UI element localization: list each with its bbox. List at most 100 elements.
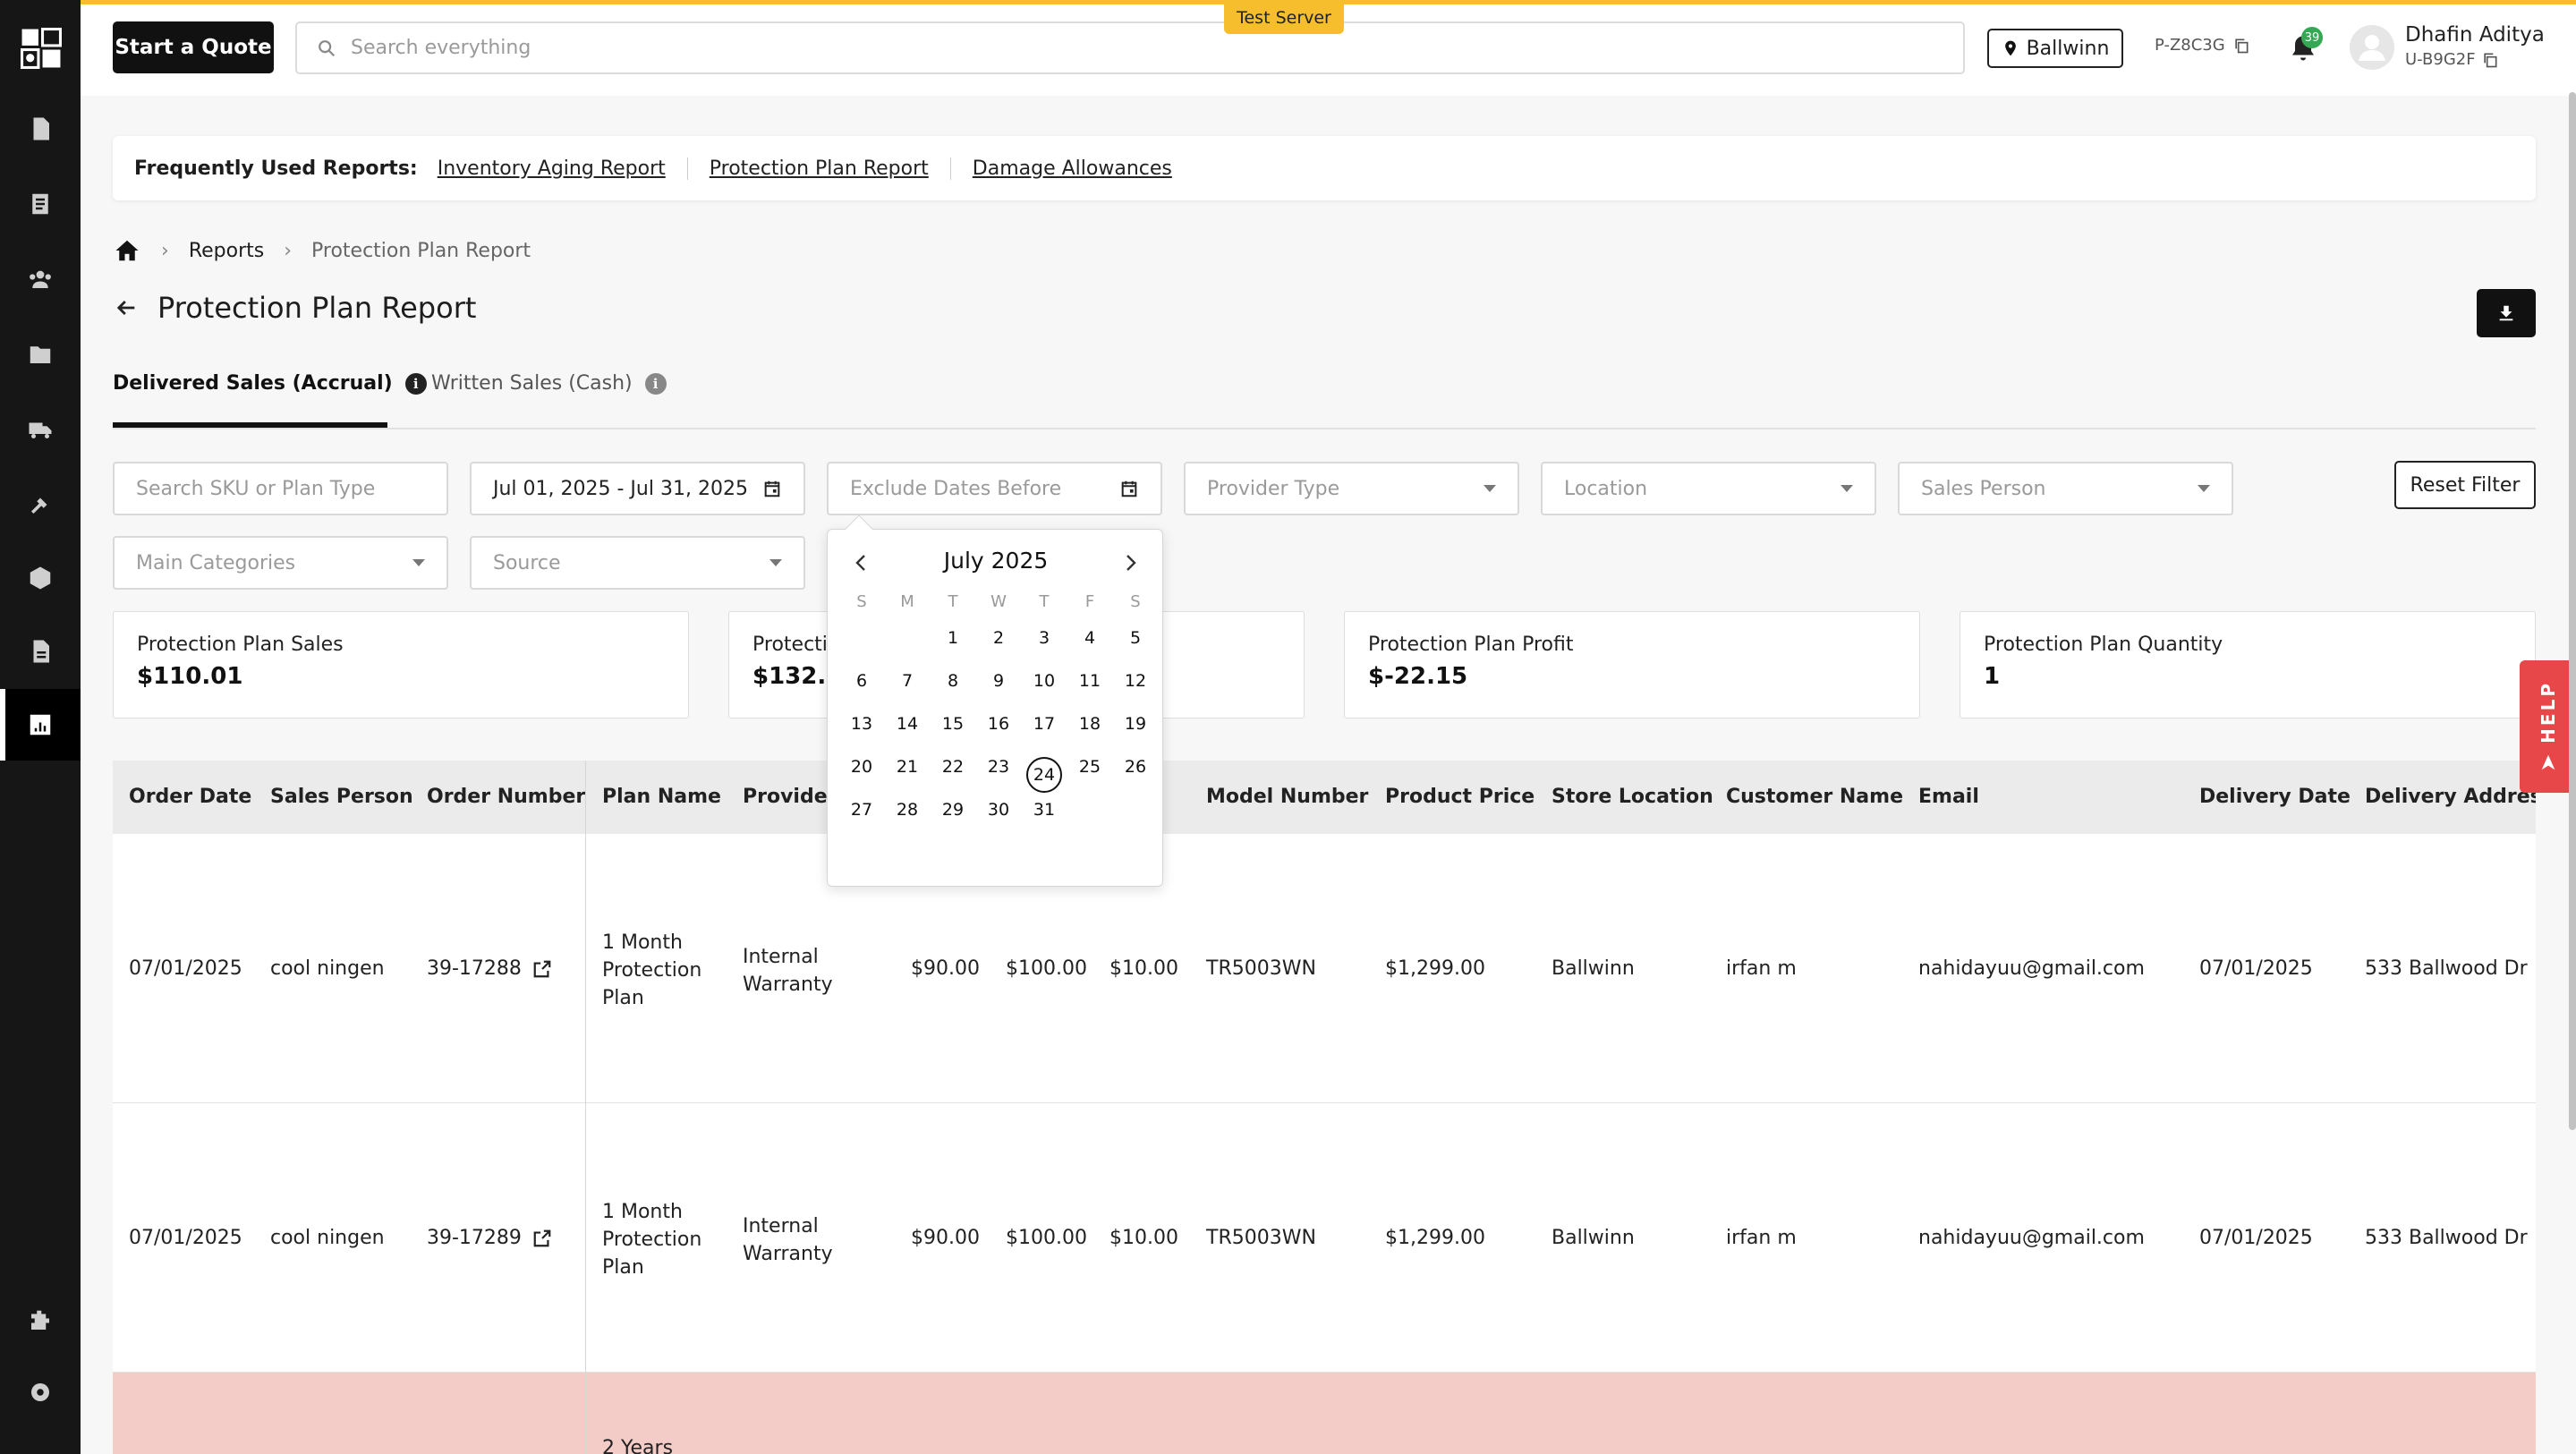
calendar-day[interactable]: 30 — [981, 800, 1016, 836]
calendar-day[interactable]: 4 — [1072, 628, 1108, 664]
col-order-date[interactable]: Order Date — [129, 786, 251, 808]
external-link-icon[interactable] — [532, 959, 552, 979]
tab-delivered-sales[interactable]: Delivered Sales (Accrual) i — [113, 372, 427, 395]
user-code-value: U-B9G2F — [2405, 50, 2476, 69]
calendar-icon[interactable] — [1119, 479, 1139, 498]
calendar-day[interactable]: 2 — [981, 628, 1016, 664]
col-provider[interactable]: Provider — [743, 786, 837, 808]
delivery-icon[interactable] — [22, 412, 58, 447]
calendar-icon[interactable] — [762, 479, 782, 498]
calendar-day[interactable]: 6 — [844, 671, 880, 707]
calendar-day[interactable]: 13 — [844, 714, 880, 750]
cell-order-number[interactable]: 39-17288 — [427, 957, 552, 980]
col-product-price[interactable]: Product Price — [1385, 786, 1535, 808]
calendar-day[interactable]: 18 — [1072, 714, 1108, 750]
calendar-day[interactable]: 26 — [1118, 757, 1153, 793]
calendar-day[interactable]: 19 — [1118, 714, 1153, 750]
calendar-day[interactable]: 23 — [981, 757, 1016, 793]
cell-cost: $90.00 — [911, 1227, 980, 1249]
calendar-day[interactable]: 20 — [844, 757, 880, 793]
service-icon[interactable] — [22, 487, 58, 523]
calendar-day[interactable]: 25 — [1072, 757, 1108, 793]
calendar-day[interactable]: 28 — [889, 800, 925, 836]
calendar-day[interactable]: 17 — [1026, 714, 1062, 750]
cell-profit: $10.00 — [1109, 957, 1178, 980]
calendar-day[interactable]: 15 — [935, 714, 971, 750]
calendar-day[interactable]: 27 — [844, 800, 880, 836]
col-model-number[interactable]: Model Number — [1206, 786, 1368, 808]
calendar-day[interactable]: 9 — [981, 671, 1016, 707]
col-delivery-address[interactable]: Delivery Address — [2365, 786, 2536, 808]
copy-icon[interactable] — [2481, 51, 2499, 69]
link-protection-plan[interactable]: Protection Plan Report — [686, 157, 950, 180]
link-inventory-aging[interactable]: Inventory Aging Report — [438, 157, 687, 180]
home-icon[interactable] — [113, 237, 141, 264]
link-damage-allowances[interactable]: Damage Allowances — [949, 157, 1194, 180]
calendar-day[interactable]: 14 — [889, 714, 925, 750]
table-row[interactable]: 07/01/2025 cool ningen 39-17289 1 Month … — [113, 1103, 2536, 1373]
reset-filter-button[interactable]: Reset Filter — [2394, 461, 2536, 509]
col-store-location[interactable]: Store Location — [1552, 786, 1713, 808]
chevron-right-icon[interactable] — [1119, 549, 1141, 576]
exclude-dates-input[interactable]: Exclude Dates Before — [827, 462, 1162, 515]
logo-icon[interactable] — [20, 27, 63, 70]
source-select[interactable]: Source — [470, 536, 805, 590]
location-button[interactable]: Ballwinn — [1987, 29, 2123, 68]
table-row[interactable]: 07/01/2025 cool ningen 39-17288 1 Month … — [113, 834, 2536, 1103]
calendar-day[interactable]: 31 — [1026, 800, 1062, 836]
copy-icon[interactable] — [2232, 37, 2250, 55]
col-delivery-date[interactable]: Delivery Date — [2199, 786, 2351, 808]
calendar-day[interactable]: 10 — [1026, 671, 1062, 707]
info-icon[interactable]: i — [644, 372, 667, 395]
user-name[interactable]: Dhafin Aditya — [2405, 23, 2545, 47]
location-select[interactable]: Location — [1541, 462, 1876, 515]
global-search[interactable] — [295, 21, 1965, 74]
calendar-day[interactable]: 3 — [1026, 628, 1062, 664]
calendar-day[interactable]: 8 — [935, 671, 971, 707]
calendar-day[interactable]: 22 — [935, 757, 971, 793]
calendar-day[interactable]: 1 — [935, 628, 971, 664]
tab-written-sales[interactable]: Written Sales (Cash) i — [431, 372, 667, 395]
main-categories-select[interactable]: Main Categories — [113, 536, 448, 590]
col-plan-name[interactable]: Plan Name — [602, 786, 721, 808]
calendar-day[interactable]: 5 — [1118, 628, 1153, 664]
calendar-day[interactable]: 21 — [889, 757, 925, 793]
cell-order-number[interactable]: 39-17289 — [427, 1227, 552, 1249]
calendar-day-selected[interactable]: 24 — [1026, 757, 1062, 793]
info-icon[interactable]: i — [404, 372, 427, 395]
calendar-day[interactable]: 7 — [889, 671, 925, 707]
help-tab[interactable]: HELP — [2520, 660, 2576, 793]
provider-type-select[interactable]: Provider Type — [1184, 462, 1519, 515]
breadcrumb-reports[interactable]: Reports — [189, 240, 264, 262]
col-email[interactable]: Email — [1918, 786, 1979, 808]
plugins-icon[interactable] — [22, 1303, 58, 1339]
calendar-day[interactable]: 29 — [935, 800, 971, 836]
col-sales-person[interactable]: Sales Person — [270, 786, 413, 808]
table-row-highlighted[interactable]: 2 Years — [113, 1373, 2536, 1454]
col-order-number[interactable]: Order Number — [427, 786, 585, 808]
sales-person-select[interactable]: Sales Person — [1898, 462, 2233, 515]
back-arrow-icon[interactable] — [113, 295, 140, 320]
sales-person-label: Sales Person — [1921, 477, 2046, 500]
calendar-day[interactable]: 16 — [981, 714, 1016, 750]
calendar-day[interactable]: 11 — [1072, 671, 1108, 707]
search-sku-input[interactable]: Search SKU or Plan Type — [113, 462, 448, 515]
avatar[interactable] — [2350, 25, 2394, 70]
search-input[interactable] — [351, 37, 1872, 59]
customers-icon[interactable] — [22, 261, 58, 297]
quote-icon[interactable] — [22, 111, 58, 147]
start-quote-button[interactable]: Start a Quote — [113, 21, 274, 73]
col-customer-name[interactable]: Customer Name — [1726, 786, 1903, 808]
scrollbar[interactable] — [2569, 92, 2576, 1130]
settings-icon[interactable] — [22, 1374, 58, 1410]
orders-icon[interactable] — [22, 186, 58, 222]
external-link-icon[interactable] — [532, 1229, 552, 1248]
calendar-day[interactable]: 12 — [1118, 671, 1153, 707]
download-button[interactable] — [2477, 289, 2536, 337]
documents-icon[interactable] — [22, 336, 58, 372]
inventory-icon[interactable] — [22, 560, 58, 596]
invoice-icon[interactable] — [22, 633, 58, 669]
reports-icon[interactable] — [22, 707, 58, 743]
location-select-label: Location — [1564, 477, 1648, 500]
date-range-input[interactable]: Jul 01, 2025 - Jul 31, 2025 — [470, 462, 805, 515]
